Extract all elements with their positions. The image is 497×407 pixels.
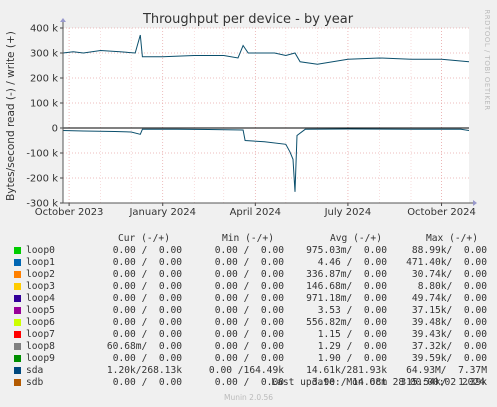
legend-max: 30.74k/ 0.00 [411, 269, 487, 280]
legend-row-sda: sda 1.20k/268.13k 0.00 /164.49k 14.61k/281.… [12, 365, 487, 377]
legend-row-loop0: loop0 0.00 / 0.00 0.00 / 0.00 975.03m/ 0.00… [12, 245, 487, 257]
legend-row-loop4: loop4 0.00 / 0.00 0.00 / 0.00 971.18m/ 0.00… [12, 293, 487, 305]
y-axis-ticks: 400 k300 k200 k100 k0-100 k-200 k-300 k [26, 24, 63, 210]
plot-area [63, 28, 469, 203]
legend-max: 37.32k/ 0.00 [411, 341, 487, 352]
legend-header-avg: Avg (-/+) [330, 233, 382, 244]
y-tick-label: 100 k [30, 99, 58, 110]
y-tick-label: 0 [52, 124, 58, 135]
legend-row-loop8: loop8 60.68m/ 0.00 0.00 / 0.00 1.29 / 0.00 3… [12, 341, 487, 353]
y-tick-label: -100 k [26, 149, 58, 160]
legend-max: 8.80k/ 0.00 [417, 281, 487, 292]
x-axis-arrow [473, 200, 477, 206]
y-axis-arrow [60, 18, 66, 22]
legend-header-cur: Cur (-/+) [118, 233, 170, 244]
legend-max: 39.43k/ 0.00 [411, 329, 487, 340]
x-axis-ticks: October 2023 January 2024 April 2024 July 2… [35, 203, 476, 218]
last-update: Last update: Mon Oct 28 00:00:02 2024 [271, 377, 485, 388]
legend-rows: loop0 0.00 / 0.00 0.00 / 0.00 975.03m/ 0.00… [12, 245, 487, 389]
legend-max: 88.99k/ 0.00 [411, 245, 487, 256]
x-tick-label: January 2024 [128, 207, 196, 218]
legend-row-loop3: loop3 0.00 / 0.00 0.00 / 0.00 146.68m/ 0.00… [12, 281, 487, 293]
y-tick-label: 400 k [30, 24, 58, 35]
x-tick-label: October 2024 [407, 207, 476, 218]
legend-header-min: Min (-/+) [222, 233, 274, 244]
legend-max: 64.93M/ 7.37M [406, 365, 487, 376]
legend-row-loop9: loop9 0.00 / 0.00 0.00 / 0.00 1.90 / 0.00 39… [12, 353, 487, 365]
legend-row-sdb: sdb 0.00 / 0.00 0.00 / 0.00 3.90 / 14.68m 31… [12, 377, 487, 389]
y-tick-label: 300 k [30, 49, 58, 60]
legend-max: 49.74k/ 0.00 [411, 293, 487, 304]
chart-title: Throughput per device - by year [142, 12, 354, 27]
y-tick-label: 200 k [30, 74, 58, 85]
x-tick-label: October 2023 [35, 207, 104, 218]
legend: Cur (-/+) Min (-/+) Avg (-/+) Max (-/+) … [12, 233, 487, 389]
rrdtool-credit: RRDTOOL / TOBI OETIKER [483, 9, 491, 110]
legend-header: Cur (-/+) Min (-/+) Avg (-/+) Max (-/+) [12, 233, 478, 245]
x-tick-label: April 2024 [230, 207, 281, 218]
legend-row-loop7: loop7 0.00 / 0.00 0.00 / 0.00 1.15 / 0.00 39… [12, 329, 487, 341]
legend-header-max: Max (-/+) [426, 233, 478, 244]
legend-row-loop6: loop6 0.00 / 0.00 0.00 / 0.00 556.82m/ 0.00… [12, 317, 487, 329]
y-axis-label: Bytes/second read (-) / write (+) [5, 31, 17, 201]
legend-row-loop5: loop5 0.00 / 0.00 0.00 / 0.00 3.53 / 0.00 37… [12, 305, 487, 317]
munin-version: Munin 2.0.56 [223, 393, 274, 402]
x-tick-label: July 2024 [324, 207, 372, 218]
legend-row-loop2: loop2 0.00 / 0.00 0.00 / 0.00 336.87m/ 0.00… [12, 269, 487, 281]
legend-max: 39.48k/ 0.00 [411, 317, 487, 328]
y-tick-label: -200 k [26, 174, 58, 185]
legend-max: 471.40k/ 0.00 [406, 257, 487, 268]
legend-max: 39.59k/ 0.00 [411, 353, 487, 364]
legend-row-loop1: loop1 0.00 / 0.00 0.00 / 0.00 4.46 / 0.00 47… [12, 257, 487, 269]
legend-max: 37.15k/ 0.00 [411, 305, 487, 316]
